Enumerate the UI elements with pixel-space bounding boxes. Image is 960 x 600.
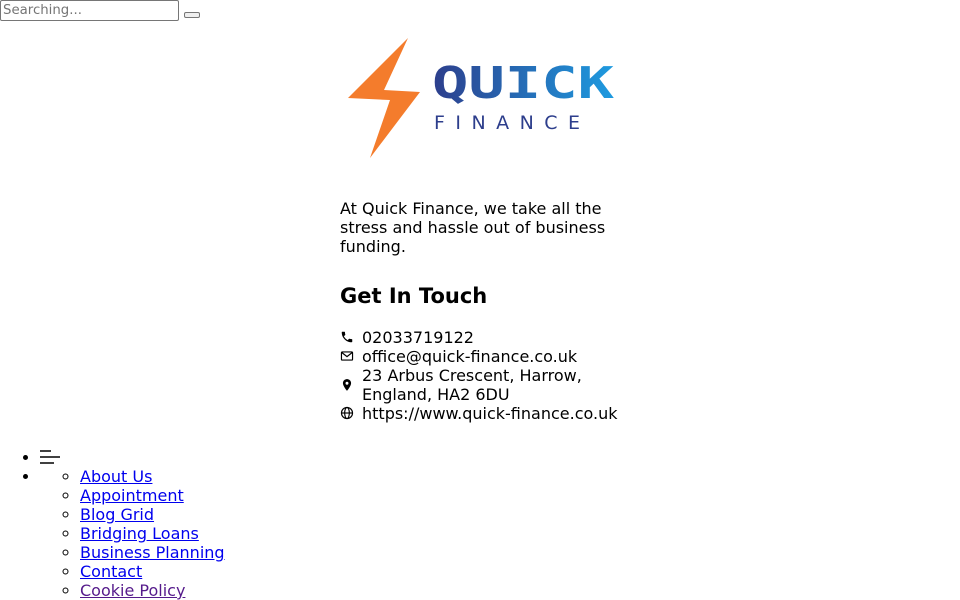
nav-item: Business Planning (80, 543, 225, 562)
contact-phone: 02033719122 (340, 328, 640, 347)
nav-link-business-planning[interactable]: Business Planning (80, 543, 225, 562)
menu-toggle-item (40, 448, 225, 467)
phone-icon (340, 330, 354, 344)
quick-finance-logo[interactable]: QUICK FINANCE (340, 34, 620, 162)
logo-word-quick: QUICK (432, 58, 615, 109)
nav-link-blog-grid[interactable]: Blog Grid (80, 505, 154, 524)
search-input[interactable] (0, 0, 179, 21)
contact-address-text: 23 Arbus Crescent, Harrow, England, HA2 … (362, 366, 582, 404)
menu-icon[interactable] (40, 448, 62, 467)
nav-link-appointment[interactable]: Appointment (80, 486, 184, 505)
logo-word-finance: FINANCE (434, 112, 580, 134)
nav-item: Appointment (80, 486, 225, 505)
nav-link-cookie-policy[interactable]: Cookie Policy (80, 581, 185, 600)
envelope-icon (340, 349, 354, 363)
search-button[interactable] (184, 12, 200, 18)
nav-item: About Us (80, 467, 225, 486)
contact-phone-text[interactable]: 02033719122 (362, 328, 474, 347)
nav-link-contact[interactable]: Contact (80, 562, 142, 581)
contact-website-text[interactable]: https://www.quick-finance.co.uk (362, 404, 618, 423)
logo-graphic: QUICK FINANCE (348, 38, 615, 158)
contact-email-text[interactable]: office@quick-finance.co.uk (362, 347, 577, 366)
contact-list: 02033719122 office@quick-finance.co.uk 2… (340, 328, 640, 423)
globe-icon (340, 406, 354, 420)
menu-links-item: About Us Appointment Blog Grid Bridging … (40, 467, 225, 600)
get-in-touch-heading: Get In Touch (340, 284, 488, 308)
lightning-bolt-icon (348, 38, 420, 158)
nav-item: Contact (80, 562, 225, 581)
main-navigation: About Us Appointment Blog Grid Bridging … (0, 448, 225, 600)
contact-website: https://www.quick-finance.co.uk (340, 404, 640, 423)
nav-link-about-us[interactable]: About Us (80, 467, 152, 486)
nav-item: Blog Grid (80, 505, 225, 524)
map-pin-icon (340, 378, 354, 392)
nav-link-bridging-loans[interactable]: Bridging Loans (80, 524, 199, 543)
nav-item: Cookie Policy (80, 581, 225, 600)
contact-email: office@quick-finance.co.uk (340, 347, 640, 366)
nav-item: Bridging Loans (80, 524, 225, 543)
contact-address: 23 Arbus Crescent, Harrow, England, HA2 … (340, 366, 640, 404)
menu-links: About Us Appointment Blog Grid Bridging … (40, 467, 225, 600)
about-text: At Quick Finance, we take all the stress… (340, 199, 606, 256)
